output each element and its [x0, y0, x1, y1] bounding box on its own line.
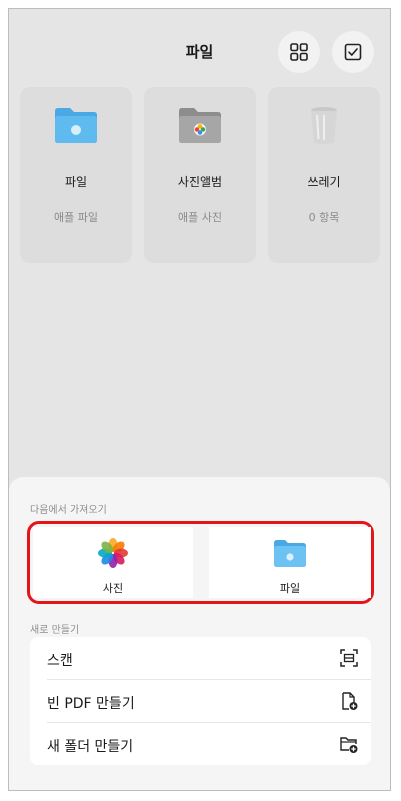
create-section-label: 새로 만들기	[30, 625, 80, 636]
photos-icon	[98, 538, 128, 568]
scan-label: 스캔	[47, 653, 73, 669]
scan-row[interactable]: 스캔	[30, 637, 371, 679]
card-photo-album[interactable]: 사진앨범 애플 사진	[144, 87, 256, 263]
card-name: 파일	[64, 175, 88, 189]
import-photos-label: 사진	[102, 582, 124, 595]
new-pdf-row[interactable]: 빈 PDF 만들기	[30, 680, 371, 722]
app-frame: 파일 파일 애플 파일 사진앨범 애플 사진 쓰레기 0 항목 다음에서 가져오…	[8, 8, 391, 791]
import-photos-button[interactable]: 사진	[33, 527, 193, 598]
import-options: 사진 파일	[27, 521, 374, 604]
checkbox-icon	[344, 43, 362, 61]
new-folder-row[interactable]: 새 폴더 만들기	[30, 723, 371, 765]
scan-icon	[340, 649, 358, 667]
bottom-sheet: 다음에서 가져오기 사진 파일 새로 만들기 스캔 빈 PDF 만들기 새 폴더…	[9, 477, 390, 790]
new-pdf-icon	[342, 692, 358, 710]
card-subtitle: 애플 파일	[54, 211, 98, 224]
card-name: 사진앨범	[177, 175, 223, 189]
grid-icon	[290, 43, 308, 61]
select-button[interactable]	[332, 31, 374, 73]
trash-icon	[311, 107, 337, 144]
files-folder-icon	[55, 108, 97, 143]
folder-icon	[274, 540, 306, 567]
import-section-label: 다음에서 가져오기	[30, 505, 107, 516]
photos-folder-icon	[179, 108, 221, 143]
card-subtitle: 애플 사진	[178, 211, 222, 224]
import-files-label: 파일	[279, 582, 301, 595]
card-subtitle: 0 항목	[308, 211, 340, 224]
create-list: 스캔 빈 PDF 만들기 새 폴더 만들기	[30, 637, 371, 765]
new-folder-icon	[340, 737, 358, 753]
view-toggle-button[interactable]	[278, 31, 320, 73]
new-folder-label: 새 폴더 만들기	[47, 739, 134, 755]
card-trash[interactable]: 쓰레기 0 항목	[268, 87, 380, 263]
new-pdf-label: 빈 PDF 만들기	[47, 696, 135, 712]
import-files-button[interactable]: 파일	[209, 527, 371, 598]
card-files[interactable]: 파일 애플 파일	[20, 87, 132, 263]
card-name: 쓰레기	[307, 175, 341, 189]
